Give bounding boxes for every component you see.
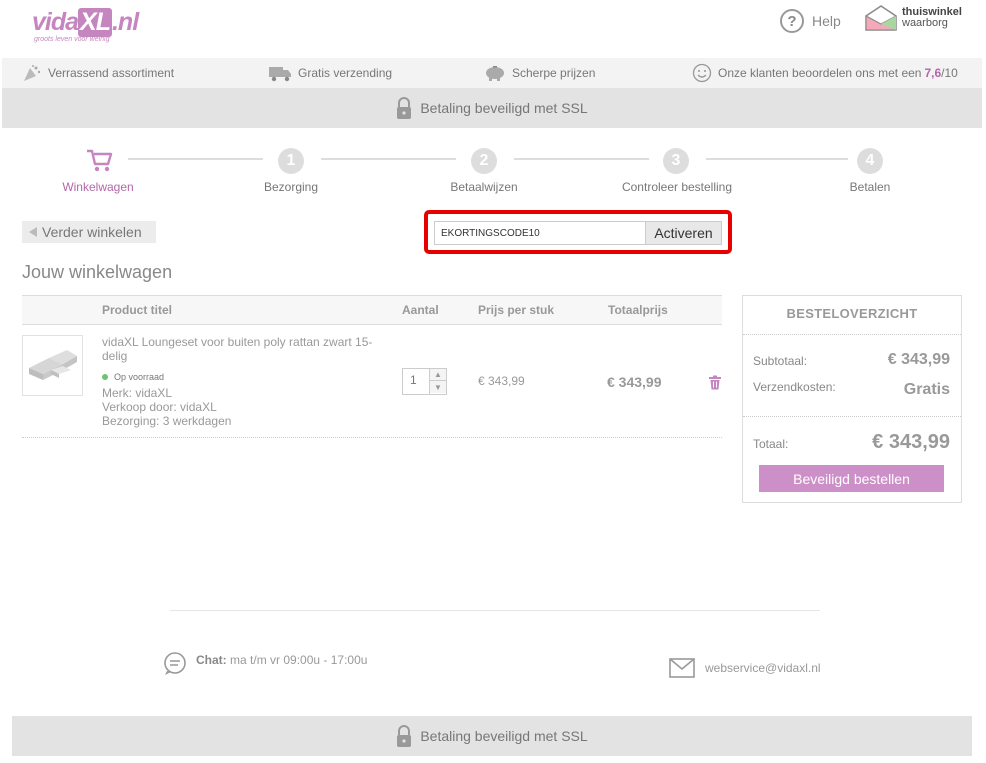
- triangle-left-icon: [29, 227, 37, 237]
- lock-icon: [397, 725, 412, 747]
- step-connector: [514, 158, 649, 160]
- thuiswinkel-line2: waarborg: [902, 17, 948, 29]
- stock-status: Op voorraad: [102, 372, 164, 382]
- piggy-bank-icon: [486, 66, 504, 81]
- step-label-pay: Betalen: [849, 180, 891, 194]
- quantity-value[interactable]: 1: [410, 373, 417, 387]
- usp-assortment: Verrassend assortiment: [22, 58, 174, 88]
- product-seller: Verkoop door: vidaXL: [102, 400, 217, 414]
- usp-rating: Onze klanten beoordelen ons met een 7,6/…: [692, 58, 958, 88]
- order-summary-title: BESTELOVERZICHT: [786, 306, 918, 321]
- quantity-down-icon[interactable]: ▼: [430, 381, 446, 393]
- usp-shipping-label: Gratis verzending: [298, 66, 393, 80]
- secure-order-button[interactable]: Beveiligd bestellen: [759, 465, 944, 492]
- total-price: € 343,99: [607, 374, 662, 390]
- trash-icon[interactable]: [708, 375, 722, 390]
- step-connector: [128, 158, 263, 160]
- step-number-4: 4: [857, 148, 883, 174]
- col-unit-price: Prijs per stuk: [478, 303, 555, 317]
- chat-info[interactable]: Chat: ma t/m vr 09:00u - 17:00u: [162, 650, 367, 676]
- product-delivery: Bezorging: 3 werkdagen: [102, 414, 232, 428]
- help-icon: ?: [780, 9, 804, 33]
- logo-tagline: groots leven voor weinig: [34, 36, 110, 43]
- thuiswinkel-badge[interactable]: thuiswinkel waarborg: [864, 4, 962, 32]
- step-number-1: 1: [278, 148, 304, 174]
- ssl-banner-bottom: Betaling beveiligd met SSL: [12, 716, 972, 756]
- step-connector: [321, 158, 456, 160]
- step-number-2: 2: [471, 148, 497, 174]
- usp-assortment-label: Verrassend assortiment: [48, 66, 175, 80]
- usp-rating-suffix: /10: [941, 66, 958, 80]
- envelope-icon: [669, 658, 695, 678]
- in-stock-dot-icon: [102, 374, 108, 380]
- cart-title: Jouw winkelwagen: [22, 262, 173, 282]
- step-label-delivery: Bezorging: [263, 180, 319, 194]
- step-connector: [706, 158, 848, 160]
- smiley-icon: [692, 63, 712, 83]
- continue-shopping-button[interactable]: Verder winkelen: [22, 221, 156, 243]
- help-link[interactable]: ? Help: [780, 8, 841, 34]
- logo-box-text: XL: [78, 8, 112, 37]
- chat-hours: ma t/m vr 09:00u - 17:00u: [230, 653, 368, 667]
- step-label-payment-methods: Betaalwijzen: [450, 180, 518, 194]
- total-value: € 343,99: [872, 431, 950, 453]
- chat-label: Chat:: [196, 653, 227, 667]
- usp-shipping: Gratis verzending: [268, 58, 392, 88]
- activate-coupon-button[interactable]: Activeren: [645, 221, 722, 245]
- vidaxl-logo[interactable]: vidaXL.nl groots leven voor weinig: [32, 8, 162, 46]
- ssl-banner-top: Betaling beveiligd met SSL: [2, 88, 982, 128]
- shipping-cost-value: Gratis: [903, 381, 950, 398]
- lounge-set-image: [29, 350, 77, 380]
- step-label-review: Controleer bestelling: [621, 180, 733, 194]
- total-label: Totaal:: [753, 437, 789, 451]
- logo-text: vida: [32, 8, 79, 36]
- summary-divider: [743, 416, 961, 417]
- lock-icon: [397, 97, 412, 119]
- unit-price: € 343,99: [478, 374, 525, 388]
- logo-suffix: .nl: [111, 8, 139, 36]
- help-label: Help: [812, 13, 841, 29]
- stock-status-label: Op voorraad: [114, 372, 165, 382]
- usp-rating-label: Onze klanten beoordelen ons met een: [718, 66, 922, 80]
- continue-shopping-label: Verder winkelen: [42, 224, 142, 240]
- truck-icon: [269, 67, 291, 82]
- usp-prices-label: Scherpe prijzen: [512, 66, 596, 80]
- product-brand: Merk: vidaXL: [102, 386, 173, 400]
- email-address[interactable]: webservice@vidaxl.nl: [705, 661, 821, 675]
- product-title-link[interactable]: vidaXL Loungeset voor buiten poly rattan…: [102, 335, 387, 363]
- party-icon: [24, 65, 41, 81]
- usp-rating-value: 7,6: [924, 66, 942, 80]
- chat-bubble-icon: [164, 652, 186, 675]
- product-image[interactable]: [22, 335, 83, 396]
- coupon-code-input[interactable]: [434, 221, 646, 245]
- subtotal-value: € 343,99: [887, 351, 950, 368]
- cart-step-icon: [87, 149, 113, 172]
- quantity-up-icon[interactable]: ▲: [430, 369, 446, 381]
- row-divider: [22, 437, 722, 438]
- step-label-cart: Winkelwagen: [62, 180, 134, 194]
- col-quantity: Aantal: [402, 303, 439, 317]
- col-product-title: Product titel: [102, 303, 173, 317]
- ssl-banner-top-label: Betaling beveiligd met SSL: [420, 100, 588, 116]
- footer-divider: [170, 610, 820, 611]
- step-number-3: 3: [663, 148, 689, 174]
- thuiswinkel-house-icon: [865, 5, 897, 31]
- summary-divider: [743, 334, 961, 335]
- quantity-buttons: ▲ ▼: [429, 369, 446, 394]
- shipping-cost-label: Verzendkosten:: [753, 380, 836, 394]
- ssl-banner-bottom-label: Betaling beveiligd met SSL: [420, 728, 588, 744]
- usp-prices: Scherpe prijzen: [484, 58, 595, 88]
- email-contact[interactable]: webservice@vidaxl.nl: [669, 658, 821, 678]
- subtotal-label: Subtotaal:: [753, 354, 808, 368]
- col-total-price: Totaalprijs: [608, 303, 668, 317]
